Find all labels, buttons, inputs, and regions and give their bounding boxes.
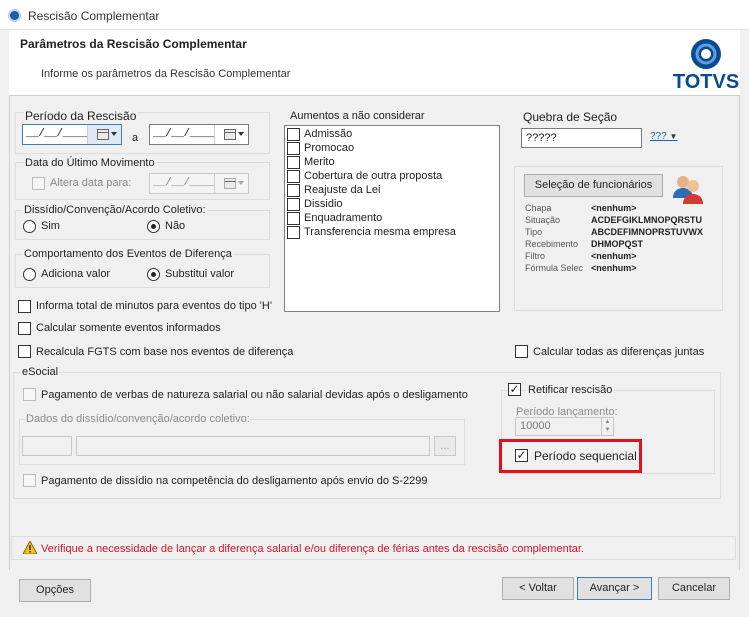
periodo-sequencial-checkbox[interactable]: ✓ [515, 449, 528, 462]
retificar-checkbox[interactable]: ✓ [508, 383, 521, 396]
main-panel: Período da Rescisão __/__/____ a __/__/_… [9, 96, 740, 570]
periodo-to-calendar-button[interactable] [214, 125, 248, 144]
selecao-row-filtro: Filtro <nenhum> [525, 251, 637, 261]
page-subtitle: Informe os parâmetros da Rescisão Comple… [41, 68, 291, 80]
periodo-to-input[interactable]: __/__/____ [149, 124, 249, 145]
periodo-from-calendar-button[interactable] [87, 125, 121, 144]
altera-data-label: Altera data para: [50, 177, 132, 189]
chevron-down-icon [111, 132, 117, 136]
footer: Opções < Voltar Avançar > Cancelar [9, 570, 740, 614]
calendar-icon [97, 129, 109, 140]
selecao-row-situacao: Situação ACDEFGIKLMNOPQRSTU [525, 215, 702, 225]
totvs-logo: TOTVS [673, 36, 739, 93]
window-title: Rescisão Complementar [28, 9, 160, 23]
adiciona-valor-radio[interactable] [23, 268, 36, 281]
periodo-from-input[interactable]: __/__/____ [22, 124, 122, 145]
next-button[interactable]: Avançar > [577, 577, 652, 600]
app-icon [8, 9, 21, 22]
pagamento-dissidio-checkbox[interactable] [23, 474, 36, 487]
dissidio-code-input[interactable] [22, 436, 72, 456]
periodo-sequencial-label: Período sequencial [534, 449, 637, 463]
periodo-separator: a [132, 132, 139, 144]
back-button[interactable]: < Voltar [502, 577, 574, 600]
aumentos-list[interactable]: Admissão Promocao Merito Cobertura de ou… [284, 125, 500, 312]
warning-bar: Verifique a necessidade de lançar a dife… [11, 536, 736, 560]
calcular-somente-checkbox[interactable] [18, 322, 31, 335]
aumentos-label: Aumentos a não considerar [290, 110, 425, 122]
warning-text: Verifique a necessidade de lançar a dife… [41, 543, 584, 555]
dados-dissidio-label: Dados do dissídio/convenção/acordo colet… [25, 413, 251, 425]
selecao-row-formula: Fórmula Selec <nenhum> [525, 263, 637, 273]
dissidio-browse-button[interactable]: ... [434, 436, 456, 456]
svg-text:TOTVS: TOTVS [673, 71, 739, 92]
recalcula-fgts-label: Recalcula FGTS com base nos eventos de d… [36, 346, 294, 358]
calcular-somente-label: Calcular somente eventos informados [36, 322, 221, 334]
dissidio-description-input[interactable] [76, 436, 430, 456]
dissidio-nao-label: Não [165, 220, 186, 232]
quebra-secao-input[interactable]: ????? [521, 128, 642, 148]
calcular-todas-label: Calcular todas as diferenças juntas [533, 346, 705, 358]
recalcula-fgts-checkbox[interactable] [18, 345, 31, 358]
periodo-spinner[interactable]: ▲ ▼ [601, 418, 613, 435]
options-button[interactable]: Opções [19, 579, 91, 602]
quebra-secao-label: Quebra de Seção [523, 110, 618, 124]
quebra-secao-button[interactable]: ??? ▼ [650, 131, 677, 142]
calendar-icon [224, 178, 236, 189]
periodo-lancamento-input[interactable]: 10000 ▲ ▼ [515, 417, 614, 436]
ultimo-movimento-date-input[interactable]: __/__/____ [149, 173, 249, 194]
dissidio-sim-radio[interactable] [23, 220, 36, 233]
pagamento-verbas-label: Pagamento de verbas de natureza salarial… [41, 389, 468, 401]
calendar-icon [224, 129, 236, 140]
warning-icon [22, 540, 38, 557]
substitui-valor-radio[interactable] [147, 268, 160, 281]
comportamento-label: Comportamento dos Eventos de Diferença [23, 248, 233, 260]
selecao-row-tipo: Tipo ABCDEFIMNOPRSTUVWX [525, 227, 703, 237]
cancel-button[interactable]: Cancelar [658, 577, 730, 600]
retificar-label: Retificar rescisão [526, 384, 615, 396]
altera-data-checkbox[interactable] [32, 177, 45, 190]
esocial-label: eSocial [20, 366, 61, 378]
page-title: Parâmetros da Rescisão Complementar [20, 37, 247, 51]
ultimo-movimento-calendar-button[interactable] [214, 174, 248, 193]
pagamento-verbas-checkbox[interactable] [23, 388, 36, 401]
periodo-rescisao-label: Período da Rescisão [24, 109, 138, 123]
informa-total-checkbox[interactable] [18, 300, 31, 313]
dissidio-sim-label: Sim [41, 220, 60, 232]
dissidio-label: Dissídio/Convenção/Acordo Coletivo: [23, 204, 207, 216]
selecao-funcionarios-button[interactable]: Seleção de funcionários [524, 174, 663, 197]
dissidio-nao-radio[interactable] [147, 220, 160, 233]
selecao-row-chapa: Chapa <nenhum> [525, 203, 637, 213]
pagamento-dissidio-label: Pagamento de dissídio na competência do … [41, 475, 428, 487]
users-icon [671, 172, 705, 206]
ultimo-movimento-label: Data do Último Movimento [24, 157, 156, 169]
selecao-row-recebimento: Recebimento DHMOPQST [525, 239, 644, 249]
chevron-down-icon [238, 132, 244, 136]
wizard-header: Parâmetros da Rescisão Complementar Info… [9, 30, 740, 96]
chevron-down-icon [238, 181, 244, 185]
calcular-todas-checkbox[interactable] [515, 345, 528, 358]
substitui-valor-label: Substitui valor [165, 268, 235, 280]
adiciona-valor-label: Adiciona valor [41, 268, 111, 280]
informa-total-label: Informa total de minutos para eventos do… [36, 300, 272, 312]
title-bar: Rescisão Complementar [0, 0, 749, 30]
